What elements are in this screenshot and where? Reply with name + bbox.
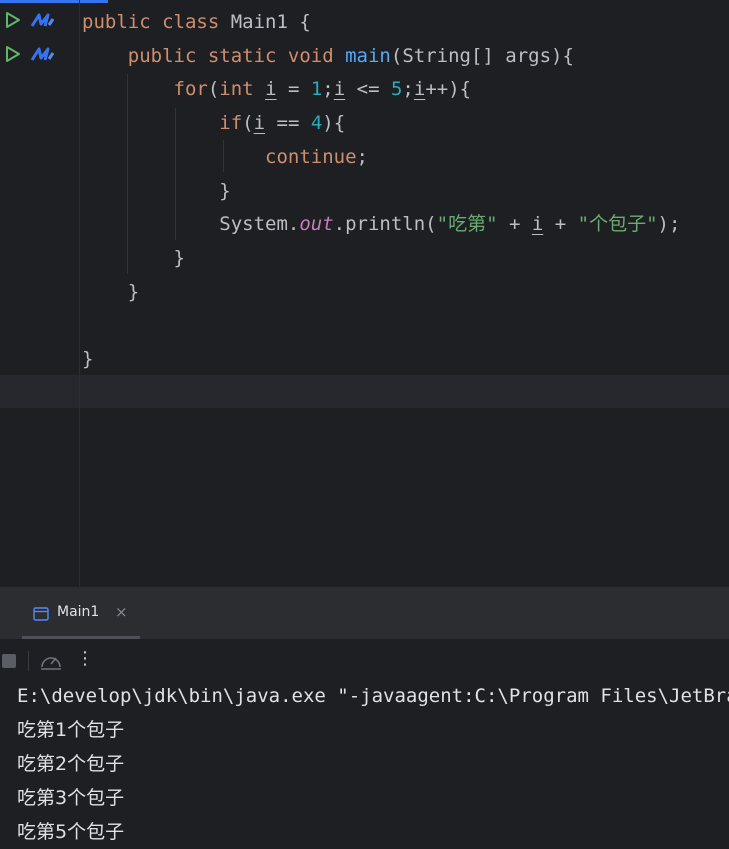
stop-icon[interactable] — [2, 654, 16, 668]
code-line: public static void main(String[] args){ — [82, 39, 574, 73]
code-token: ; — [322, 78, 334, 101]
code-token: public static void — [82, 44, 346, 67]
tab-main1[interactable]: Main1 × — [22, 588, 140, 639]
code-token: main — [345, 44, 391, 67]
code-line: } — [82, 342, 93, 376]
run-tab-bar: Main1 × — [0, 588, 729, 639]
code-token: .println( — [333, 213, 437, 236]
method-icon — [29, 12, 55, 28]
code-token: (String[] args){ — [390, 44, 574, 67]
code-token: } — [82, 246, 185, 269]
code-token: System. — [82, 213, 300, 236]
code-token: i — [531, 213, 544, 236]
code-token: public class — [82, 11, 231, 33]
console-output-line: 吃第2个包子 — [17, 753, 125, 775]
code-token: 1 — [310, 78, 323, 101]
code-line: public class Main1 { — [82, 5, 311, 39]
code-token: ( — [207, 78, 220, 101]
code-line: } — [82, 241, 185, 275]
code-token: Main1 { — [230, 11, 311, 33]
code-token: out — [299, 213, 334, 236]
code-token: i — [265, 78, 277, 101]
code-token: i — [413, 78, 426, 101]
window-icon — [33, 606, 49, 625]
code-line: for(int i = 1;i <= 5;i++){ — [82, 72, 472, 106]
code-token: ( — [242, 112, 254, 135]
code-token: <= — [345, 78, 391, 101]
code-token: = — [276, 78, 311, 101]
active-tab-indicator — [0, 0, 108, 3]
toolbar-separator — [28, 651, 29, 671]
code-token: int — [219, 78, 266, 101]
method-icon — [29, 46, 55, 62]
code-token: + — [543, 213, 578, 236]
code-token: "个包子" — [577, 213, 658, 236]
console-output-line: 吃第3个包子 — [17, 787, 125, 809]
console-output[interactable]: E:\develop\jdk\bin\java.exe "-javaagent:… — [17, 679, 729, 849]
code-token: ){ — [322, 112, 346, 135]
code-token: } — [82, 179, 231, 202]
code-editor[interactable]: public class Main1 { public static void … — [0, 0, 729, 587]
code-token: ); — [657, 213, 681, 236]
code-token: } — [82, 348, 94, 370]
gutter-run-main[interactable] — [5, 41, 75, 67]
console-command-line: E:\develop\jdk\bin\java.exe "-javaagent:… — [17, 685, 729, 707]
more-vertical-icon[interactable]: ⋮ — [76, 648, 94, 670]
code-line: continue; — [82, 140, 368, 174]
code-token: for — [82, 78, 208, 101]
close-icon[interactable]: × — [115, 603, 128, 621]
run-icon[interactable] — [5, 11, 21, 29]
code-token: if — [82, 112, 243, 135]
code-line: } — [82, 275, 139, 309]
run-toolbar: ⋮ — [0, 639, 729, 683]
gauge-icon[interactable] — [39, 650, 63, 676]
code-line: System.out.println("吃第" + i + "个包子"); — [82, 207, 680, 241]
code-token: } — [82, 280, 140, 303]
code-token: i — [253, 112, 266, 135]
code-line: } — [82, 174, 231, 208]
code-token: ++){ — [425, 78, 472, 101]
console-output-line: 吃第1个包子 — [17, 719, 125, 741]
gutter-divider — [79, 0, 80, 587]
run-tool-window: Main1 × ⋮ E:\develop\jdk\bin\java.exe "-… — [0, 587, 729, 843]
code-token: ; — [356, 145, 368, 168]
code-token: + — [497, 213, 532, 236]
current-line-highlight — [0, 375, 729, 408]
gutter-run-class[interactable] — [5, 7, 75, 33]
run-icon[interactable] — [5, 45, 21, 63]
tab-label: Main1 — [57, 604, 100, 620]
code-token: == — [265, 112, 311, 135]
code-token: 4 — [310, 112, 323, 135]
code-token: i — [333, 78, 346, 101]
code-line: if(i == 4){ — [82, 106, 345, 140]
code-token: continue — [82, 145, 357, 168]
code-token: "吃第" — [436, 213, 498, 236]
code-token: ; — [402, 78, 414, 101]
console-output-line: 吃第5个包子 — [17, 821, 125, 843]
code-token: 5 — [390, 78, 403, 101]
